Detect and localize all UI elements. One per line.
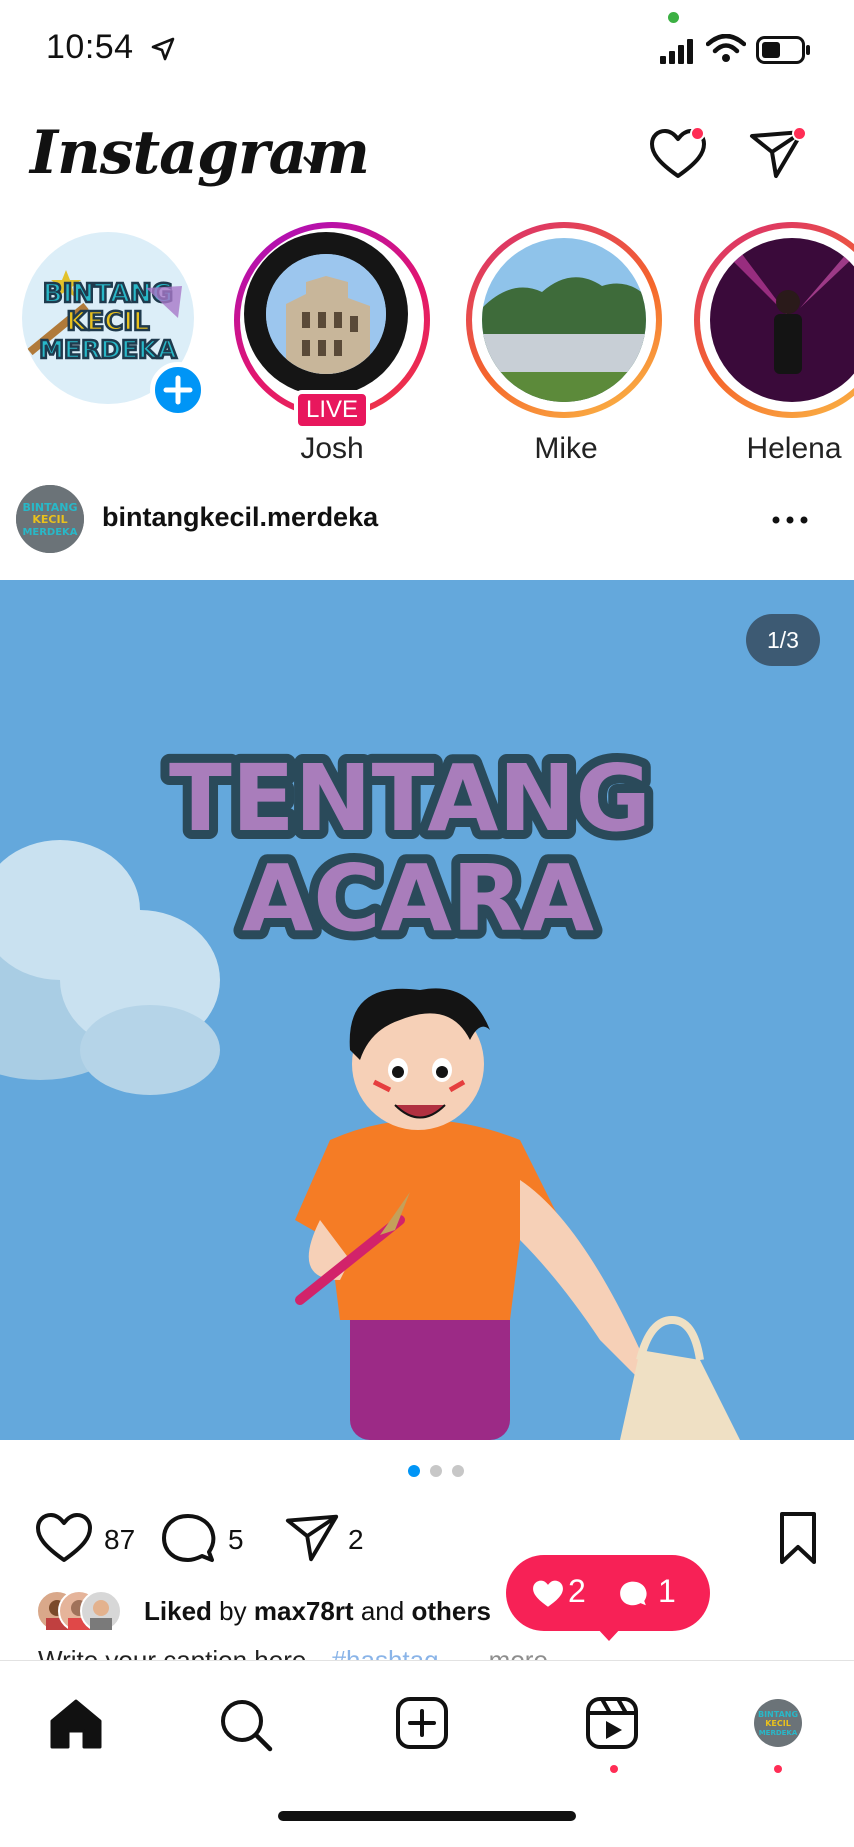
camera-indicator-dot: [668, 12, 679, 23]
story-username: Helena: [746, 432, 842, 465]
chevron-down-icon[interactable]: [300, 152, 326, 172]
carousel-counter: 1/3: [746, 614, 820, 666]
search-icon[interactable]: [218, 1697, 274, 1753]
bintang-kecil-merdeka-logo: BINTANG KECIL MERDEKA: [16, 485, 84, 553]
cellular-signal-icon: [660, 39, 693, 64]
svg-text:KECIL: KECIL: [66, 307, 149, 337]
notification-dot: [690, 126, 705, 141]
story-username: Josh: [300, 432, 364, 465]
popup-comment-count: 1: [658, 1573, 676, 1609]
location-arrow-icon: [151, 37, 175, 61]
liked-by-word: by: [219, 1596, 247, 1626]
bintang-kecil-merdeka-logo: BINTANG KECIL MERDEKA: [758, 1710, 798, 1737]
status-bar: 10:54: [0, 0, 854, 100]
more-options-icon[interactable]: [770, 510, 810, 530]
post-actions: 87 5 2: [0, 1500, 854, 1570]
comment-button[interactable]: 5: [160, 1510, 250, 1566]
add-story-button[interactable]: [150, 362, 206, 418]
carousel-dot: [430, 1465, 442, 1477]
new-post-icon[interactable]: [394, 1695, 450, 1751]
svg-text:KECIL: KECIL: [765, 1719, 791, 1728]
tentang-acara-illustration: TENTANG TENTANG ACARA ACARA: [0, 580, 854, 1440]
carousel-dot-active: [408, 1465, 420, 1477]
status-time: 10:54: [46, 28, 134, 66]
your-story[interactable]: BINTANG KECIL MERDEKA: [14, 222, 214, 472]
carousel-dot: [452, 1465, 464, 1477]
popup-pointer: [596, 1627, 622, 1641]
share-button[interactable]: 2: [284, 1510, 384, 1566]
svg-text:MERDEKA: MERDEKA: [759, 1729, 798, 1737]
like-count: 87: [104, 1524, 136, 1555]
liked-by-user[interactable]: max78rt: [254, 1596, 354, 1626]
story-photo-josh: [244, 232, 408, 396]
post-author-username[interactable]: bintangkecil.merdeka: [102, 502, 378, 533]
reels-icon[interactable]: [584, 1695, 640, 1751]
liked-by-text: Liked by max78rt and others: [144, 1596, 491, 1627]
send-icon: [285, 1514, 339, 1562]
stories-tray: BINTANG KECIL MERDEKA LIVE Josh Mike Hel…: [0, 210, 854, 470]
comment-filled-icon: [620, 1581, 647, 1606]
share-count: 2: [348, 1524, 364, 1555]
story-helena[interactable]: Helena: [694, 222, 854, 472]
notification-dot: [792, 126, 807, 141]
post-author-avatar[interactable]: BINTANG KECIL MERDEKA: [16, 485, 84, 553]
post-image[interactable]: TENTANG TENTANG ACARA ACARA: [0, 580, 854, 1440]
reels-notification-dot: [610, 1765, 618, 1773]
image-title-line2: ACARA: [242, 845, 594, 952]
comment-count: 5: [228, 1524, 244, 1555]
activity-popup[interactable]: 2 1: [506, 1555, 710, 1641]
heart-filled-icon: [533, 1580, 563, 1607]
liked-by-others[interactable]: others: [411, 1596, 490, 1626]
bottom-navigation: BINTANG KECIL MERDEKA: [0, 1660, 854, 1847]
carousel-dots: [408, 1465, 468, 1479]
wifi-icon: [706, 34, 746, 62]
story-mike[interactable]: Mike: [466, 222, 666, 472]
story-photo-mike: [482, 238, 646, 402]
heart-icon: [36, 1513, 92, 1562]
app-header: Instagram: [0, 100, 854, 200]
comment-icon: [162, 1514, 216, 1562]
live-badge: LIVE: [294, 390, 370, 430]
plus-icon: [163, 375, 193, 405]
liked-label: Liked: [144, 1596, 212, 1626]
svg-text:KECIL: KECIL: [32, 513, 67, 526]
liker-avatar: [80, 1590, 122, 1632]
story-josh[interactable]: LIVE Josh: [234, 222, 434, 472]
profile-notification-dot: [774, 1765, 782, 1773]
svg-text:MERDEKA: MERDEKA: [39, 335, 177, 364]
profile-tab-avatar[interactable]: BINTANG KECIL MERDEKA: [754, 1699, 802, 1747]
bookmark-icon[interactable]: [776, 1510, 820, 1566]
svg-text:BINTANG: BINTANG: [758, 1710, 798, 1719]
liked-and-word: and: [360, 1596, 405, 1626]
direct-messages-button[interactable]: [748, 126, 812, 186]
svg-text:MERDEKA: MERDEKA: [22, 527, 77, 538]
story-username: Mike: [534, 432, 598, 465]
popup-like-count: 2: [568, 1573, 586, 1609]
like-button[interactable]: 87: [34, 1510, 144, 1566]
home-icon[interactable]: [48, 1697, 104, 1751]
image-title-line1: TENTANG: [169, 745, 651, 852]
activity-heart-button[interactable]: [648, 126, 712, 186]
battery-icon: [756, 36, 810, 64]
home-indicator: [278, 1811, 576, 1821]
